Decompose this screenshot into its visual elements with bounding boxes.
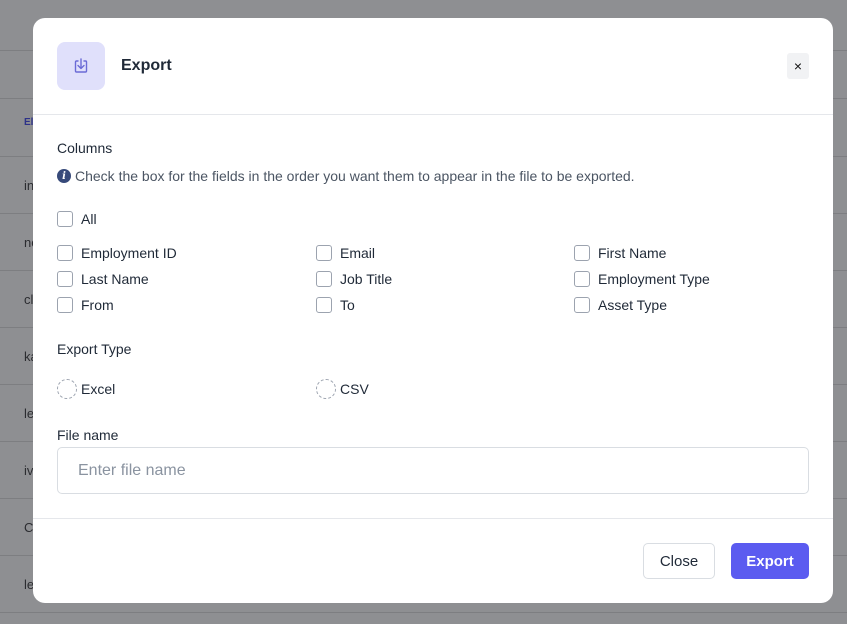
checkbox-employment-type[interactable]: Employment Type <box>574 271 710 287</box>
checkbox-to[interactable]: To <box>316 297 355 313</box>
bg-table-cell: iv <box>24 463 34 478</box>
checkbox-box[interactable] <box>57 297 73 313</box>
checkbox-label: All <box>81 211 97 227</box>
modal-header: Export × <box>33 18 833 115</box>
download-tray-icon <box>57 42 105 90</box>
footer-divider <box>33 518 833 519</box>
checkbox-label: Last Name <box>81 271 149 287</box>
checkbox-label: From <box>81 297 114 313</box>
columns-label: Columns <box>57 140 113 156</box>
checkbox-label: To <box>340 297 355 313</box>
columns-info-text: Check the box for the fields in the orde… <box>75 168 635 184</box>
checkbox-job-title[interactable]: Job Title <box>316 271 392 287</box>
close-button[interactable]: Close <box>643 543 715 579</box>
checkbox-box[interactable] <box>316 297 332 313</box>
modal-title: Export <box>121 57 172 74</box>
checkbox-box[interactable] <box>57 245 73 261</box>
radio-label: Excel <box>81 381 116 397</box>
checkbox-box[interactable] <box>574 297 590 313</box>
checkbox-from[interactable]: From <box>57 297 114 313</box>
radio-circle[interactable] <box>57 379 77 399</box>
export-button[interactable]: Export <box>731 543 809 579</box>
checkbox-box[interactable] <box>574 245 590 261</box>
close-icon[interactable]: × <box>787 53 809 79</box>
radio-label: CSV <box>340 381 369 397</box>
checkbox-email[interactable]: Email <box>316 245 375 261</box>
checkbox-label: Employment Type <box>598 271 710 287</box>
bg-table-cell: C <box>24 520 34 535</box>
checkbox-employment-id[interactable]: Employment ID <box>57 245 177 261</box>
checkbox-label: First Name <box>598 245 667 261</box>
info-icon: i <box>57 169 71 183</box>
bg-divider <box>0 612 847 613</box>
bg-table-cell: cl <box>24 292 34 307</box>
checkbox-first-name[interactable]: First Name <box>574 245 666 261</box>
file-name-label: File name <box>57 427 119 443</box>
checkbox-box[interactable] <box>574 271 590 287</box>
file-name-input[interactable] <box>57 447 809 494</box>
radio-csv[interactable]: CSV <box>316 379 369 399</box>
checkbox-label: Email <box>340 245 376 261</box>
checkbox-asset-type[interactable]: Asset Type <box>574 297 667 313</box>
checkbox-label: Job Title <box>340 271 393 287</box>
checkbox-box[interactable] <box>57 211 73 227</box>
export-type-label: Export Type <box>57 341 132 357</box>
checkbox-box[interactable] <box>57 271 73 287</box>
checkbox-label: Employment ID <box>81 245 177 261</box>
radio-circle[interactable] <box>316 379 336 399</box>
checkbox-box[interactable] <box>316 271 332 287</box>
checkbox-last-name[interactable]: Last Name <box>57 271 149 287</box>
checkbox-all[interactable]: All <box>57 211 97 227</box>
columns-info: i Check the box for the fields in the or… <box>57 168 635 184</box>
checkbox-label: Asset Type <box>598 297 668 313</box>
radio-excel[interactable]: Excel <box>57 379 115 399</box>
export-modal: Export × Columns i Check the box for the… <box>33 18 833 603</box>
checkbox-box[interactable] <box>316 245 332 261</box>
